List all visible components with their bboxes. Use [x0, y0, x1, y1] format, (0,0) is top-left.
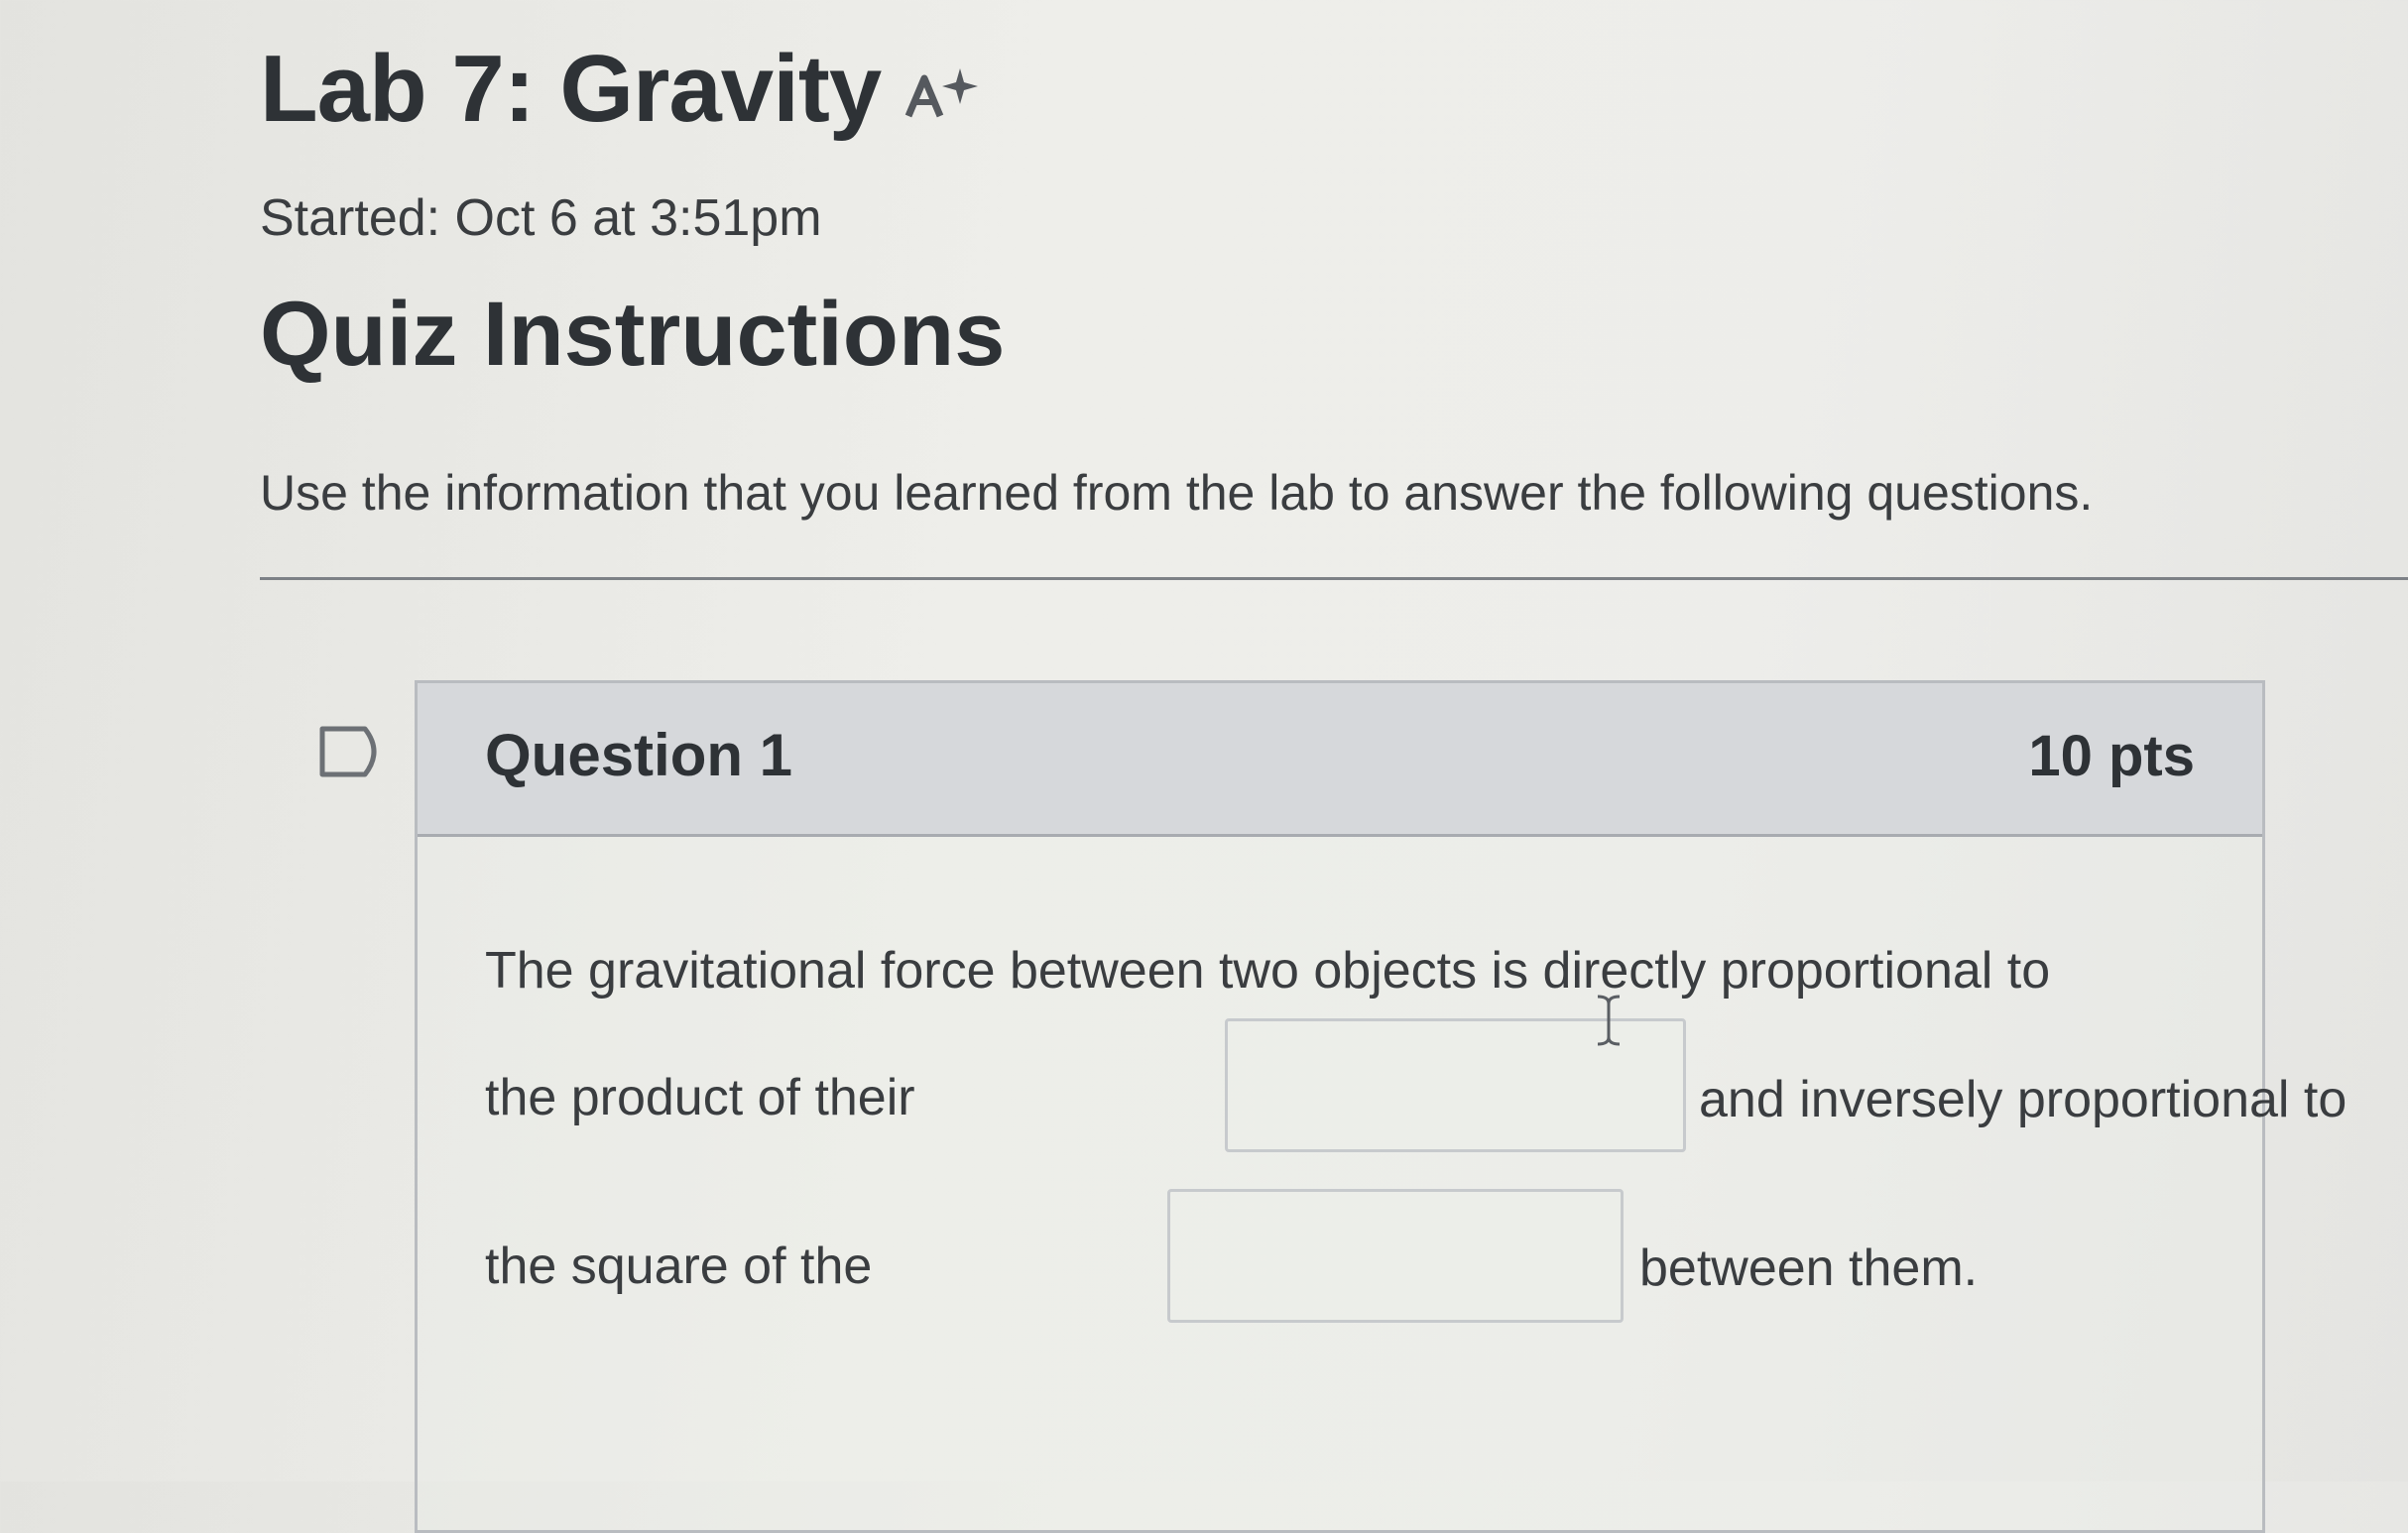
- question-points: 10 pts: [2028, 724, 2195, 788]
- ai-sparkle-icon[interactable]: [903, 64, 982, 124]
- question-text-line-1: The gravitational force between two obje…: [485, 942, 2051, 1000]
- question-text-line-2-before: the product of their: [485, 1069, 915, 1126]
- divider: [260, 577, 2408, 580]
- question-text-line-3-before: the square of the: [485, 1238, 873, 1295]
- page-title: Lab 7: Gravity: [260, 36, 882, 142]
- flag-icon[interactable]: [317, 724, 389, 779]
- question-header: Question 1 10 pts: [418, 683, 2262, 837]
- started-timestamp: Started: Oct 6 at 3:51pm: [260, 189, 822, 247]
- question-text-line-2-after: and inversely proportional to: [1699, 1071, 2348, 1128]
- instructions-text: Use the information that you learned fro…: [260, 465, 2094, 521]
- answer-blank-2[interactable]: [1167, 1189, 1624, 1323]
- question-text-line-3-after: between them.: [1639, 1239, 1979, 1297]
- question-card: Question 1 10 pts The gravitational forc…: [415, 680, 2347, 1533]
- title-row: Lab 7: Gravity: [260, 30, 982, 149]
- instructions-heading: Quiz Instructions: [260, 284, 1006, 385]
- text-cursor-icon: [1597, 995, 1621, 1046]
- quiz-page: Lab 7: Gravity Started: Oct 6 at 3:51pm …: [260, 0, 2408, 1533]
- question-name: Question 1: [485, 722, 793, 788]
